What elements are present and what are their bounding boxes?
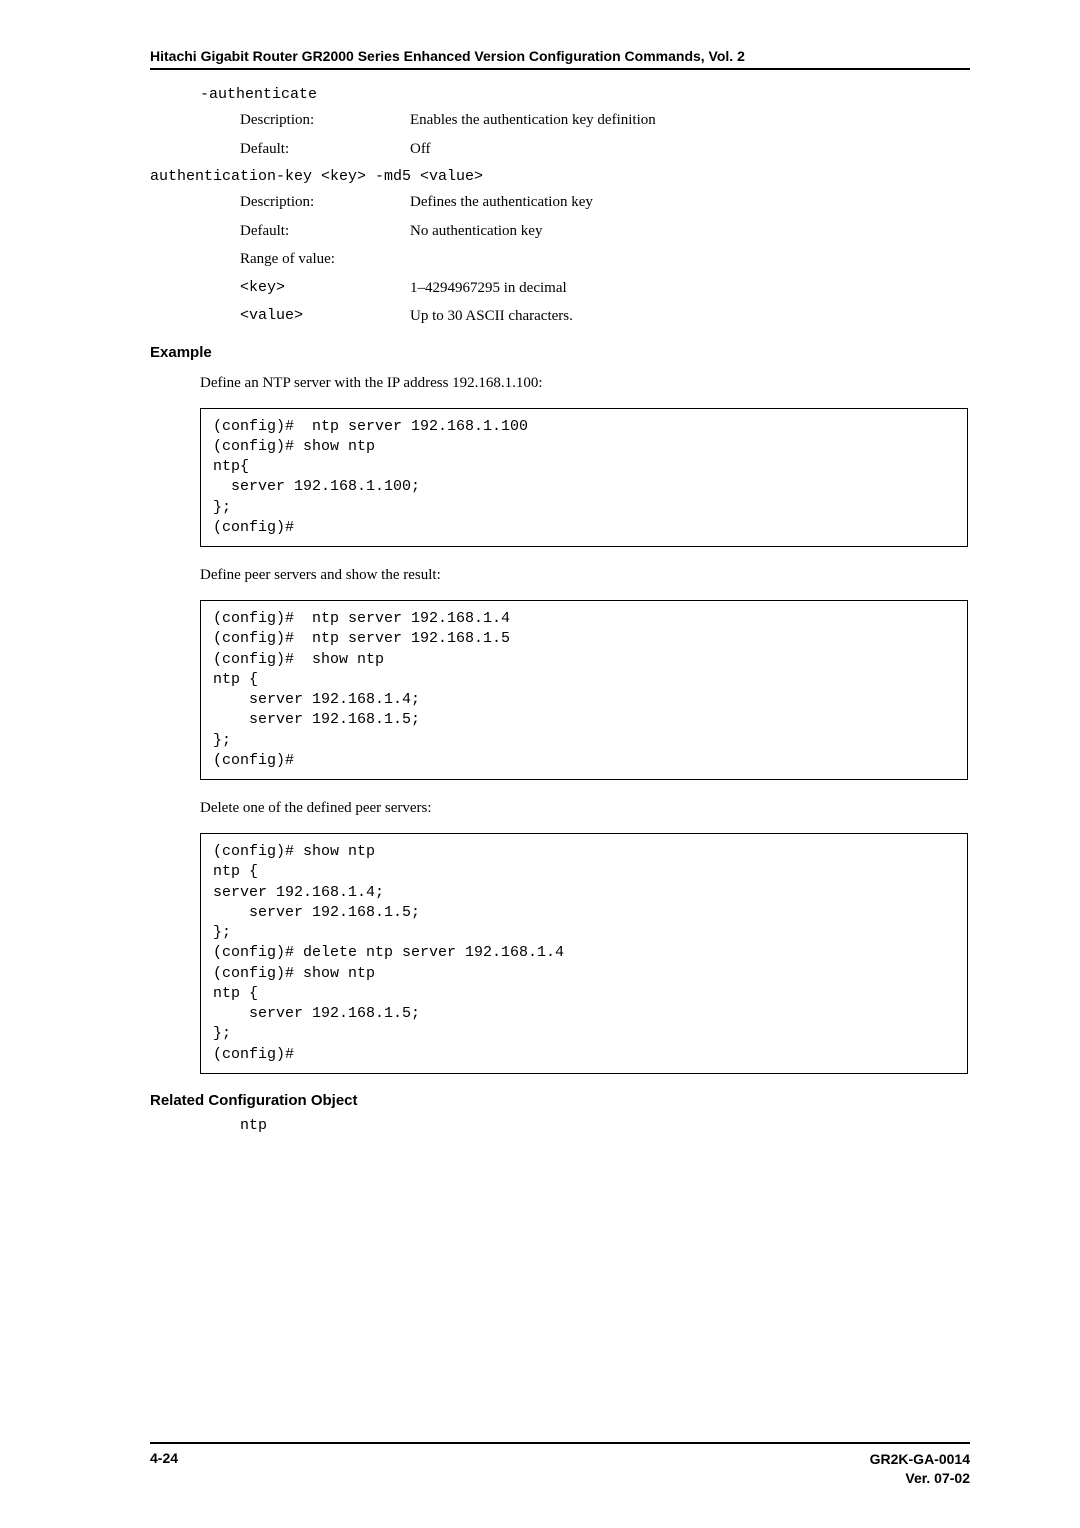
value-description: Defines the authentication key	[410, 191, 593, 214]
related-value: ntp	[240, 1117, 970, 1134]
footer-doc-id: GR2K-GA-0014	[870, 1450, 970, 1469]
codebox-2: (config)# ntp server 192.168.1.4 (config…	[200, 600, 968, 780]
value-default: No authentication key	[410, 220, 542, 243]
running-header: Hitachi Gigabit Router GR2000 Series Enh…	[150, 48, 970, 64]
label-default: Default:	[240, 220, 410, 243]
label-range: Range of value:	[240, 248, 410, 271]
footer-rule	[150, 1442, 970, 1444]
heading-example: Example	[150, 344, 970, 361]
param-authkey-range-row: Range of value:	[240, 248, 970, 271]
label-description: Description:	[240, 109, 410, 132]
heading-related: Related Configuration Object	[150, 1092, 970, 1109]
value-key: 1–4294967295 in decimal	[410, 277, 567, 300]
label-description: Description:	[240, 191, 410, 214]
example-intro-3: Delete one of the defined peer servers:	[200, 798, 970, 819]
param-authenticate-name: -authenticate	[200, 86, 970, 103]
value-default: Off	[410, 138, 431, 161]
codebox-1: (config)# ntp server 192.168.1.100 (conf…	[200, 408, 968, 548]
footer-version: Ver. 07-02	[870, 1469, 970, 1488]
value-description: Enables the authentication key definitio…	[410, 109, 656, 132]
param-authkey-key-row: <key> 1–4294967295 in decimal	[240, 277, 970, 300]
label-default: Default:	[240, 138, 410, 161]
param-authkey-default-row: Default: No authentication key	[240, 220, 970, 243]
example-intro-2: Define peer servers and show the result:	[200, 565, 970, 586]
param-authenticate-default-row: Default: Off	[240, 138, 970, 161]
param-authenticate-desc-row: Description: Enables the authentication …	[240, 109, 970, 132]
page-footer: 4-24 GR2K-GA-0014 Ver. 07-02	[150, 1442, 970, 1488]
param-authkey-value-row: <value> Up to 30 ASCII characters.	[240, 305, 970, 328]
param-authkey-desc-row: Description: Defines the authentication …	[240, 191, 970, 214]
label-value: <value>	[240, 305, 410, 328]
param-authkey-name: authentication-key <key> -md5 <value>	[150, 168, 970, 185]
footer-page-number: 4-24	[150, 1450, 178, 1488]
page: Hitachi Gigabit Router GR2000 Series Enh…	[0, 0, 1080, 1528]
example-intro-1: Define an NTP server with the IP address…	[200, 373, 970, 394]
label-key: <key>	[240, 277, 410, 300]
value-value: Up to 30 ASCII characters.	[410, 305, 573, 328]
header-rule	[150, 68, 970, 70]
codebox-3: (config)# show ntp ntp { server 192.168.…	[200, 833, 968, 1074]
